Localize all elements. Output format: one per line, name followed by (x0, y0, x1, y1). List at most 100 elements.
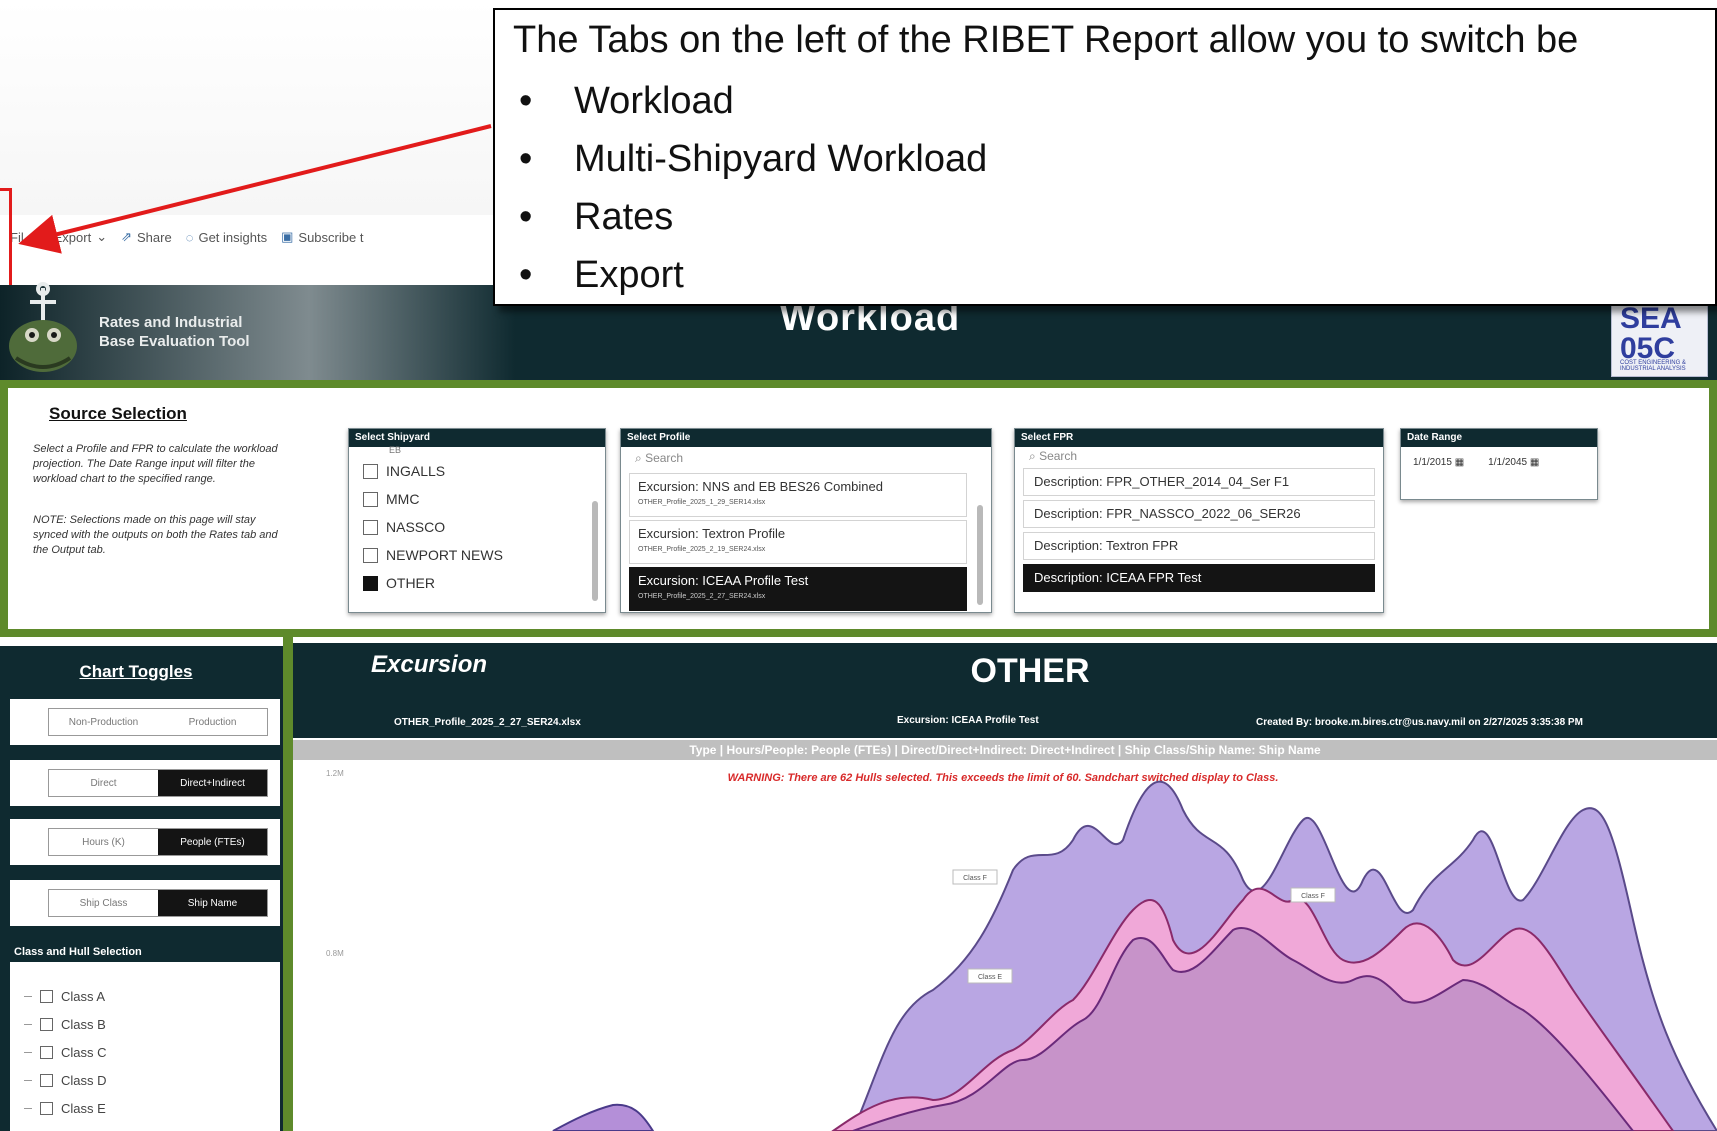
callout-item: • Workload (519, 72, 987, 130)
y-tick-label: 1.2M (326, 769, 344, 778)
hull-item-class-c[interactable]: Class C (10, 1038, 280, 1066)
date-range-header: Date Range (1401, 429, 1597, 447)
direct-toggle[interactable]: Direct Direct+Indirect (48, 769, 268, 797)
shipyard-option-label: NASSCO (386, 519, 446, 535)
bullet-icon: • (519, 80, 533, 122)
shipyard-slicer-header: Select Shipyard (349, 429, 605, 447)
toggle-direct[interactable]: Direct (49, 770, 158, 796)
chart-annotation-text: Class F (1301, 893, 1325, 900)
callout-item-label: Rates (574, 196, 674, 238)
start-date-input[interactable]: 1/1/2015 ▦ (1413, 457, 1464, 468)
brand-name: Rates and Industrial Base Evaluation Too… (99, 313, 250, 351)
share-label: Share (137, 229, 172, 245)
toggle-ship-name[interactable]: Ship Name (158, 890, 267, 916)
subscribe-icon: ▣ (281, 229, 294, 244)
shipyard-option-label: MMC (386, 491, 420, 507)
tree-connector (24, 1051, 32, 1053)
checkbox[interactable] (363, 463, 378, 479)
get-insights-button[interactable]: ◌ Get insights (186, 230, 267, 245)
shipyard-option-mmc[interactable]: MMC (349, 485, 605, 513)
toggle-hours[interactable]: Hours (K) (49, 829, 158, 855)
checkbox[interactable] (363, 519, 378, 535)
callout-tab-list: • Workload • Multi-Shipyard Workload • Rate… (519, 72, 987, 304)
toggle-direct-indirect[interactable]: Direct+Indirect (158, 770, 267, 796)
y-tick-label: 0.8M (326, 949, 344, 958)
profile-scrollbar[interactable] (977, 505, 983, 605)
profile-option-label: Excursion: ICEAA Profile Test (638, 573, 809, 588)
fpr-option-selected[interactable]: Description: ICEAA FPR Test (1023, 564, 1375, 592)
checkbox[interactable] (40, 1017, 53, 1031)
fpr-option-label: Description: Textron FPR (1034, 538, 1179, 553)
tree-connector (24, 1023, 32, 1025)
shipyard-option-label: OTHER (386, 575, 435, 591)
fpr-option[interactable]: Description: FPR_NASSCO_2022_06_SER26 (1023, 500, 1375, 528)
tree-connector (24, 1079, 32, 1081)
export-menu[interactable]: ↦ Export ⌄ (38, 229, 107, 245)
shipyard-option-newport-news[interactable]: NEWPORT NEWS (349, 541, 605, 569)
chart-excursion-label: Excursion (371, 651, 488, 678)
date-range-slicer: Date Range 1/1/2015 ▦ 1/1/2045 ▦ (1400, 428, 1598, 500)
shipyard-option-label: NEWPORT NEWS (386, 547, 503, 563)
sea05c-logo-text: SEA 05C (1620, 302, 1681, 365)
hull-item-class-d[interactable]: Class D (10, 1066, 280, 1094)
fpr-option[interactable]: Description: Textron FPR (1023, 532, 1375, 560)
hull-item-class-e[interactable]: Class E (10, 1094, 280, 1122)
share-icon: ⇗ (121, 229, 133, 244)
hull-item-class-b[interactable]: Class B (10, 1010, 280, 1038)
checkbox[interactable] (40, 989, 53, 1003)
callout-text: The Tabs on the left of the RIBET Report… (513, 19, 1579, 61)
chevron-down-icon: ⌄ (96, 229, 108, 244)
hull-item-label: Class C (61, 1044, 107, 1060)
insights-label: Get insights (198, 229, 268, 245)
subscribe-button[interactable]: ▣ Subscribe t (281, 229, 363, 245)
shipyard-option-other[interactable]: OTHER (349, 569, 605, 597)
shipyard-scrollbar[interactable] (592, 501, 598, 601)
profile-option[interactable]: Excursion: NNS and EB BES26 Combined OTHE… (629, 473, 967, 517)
fpr-option[interactable]: Description: FPR_OTHER_2014_04_Ser F1 (1023, 468, 1375, 496)
sea05c-logo-subtext: COST ENGINEERING & INDUSTRIAL ANALYSIS (1620, 360, 1686, 372)
end-date-input[interactable]: 1/1/2045 ▦ (1488, 457, 1539, 468)
hull-selection-label: Class and Hull Selection (14, 946, 142, 958)
toggle-non-production[interactable]: Non-Production (49, 709, 158, 735)
fpr-search-placeholder: Search (1039, 449, 1078, 463)
shipyard-option-ingalls[interactable]: INGALLS (349, 457, 605, 485)
checkbox[interactable] (40, 1073, 53, 1087)
chart-annotation-text: Class F (963, 875, 987, 882)
ship-toggle[interactable]: Ship Class Ship Name (48, 889, 268, 917)
page: Fil ↦ Export ⌄ ⇗ Share ◌ Get insights ▣ Subsc… (0, 0, 1717, 1131)
toggle-people[interactable]: People (FTEs) (158, 829, 267, 855)
subscribe-label: Subscribe t (298, 229, 364, 245)
toggle-production[interactable]: Production (158, 709, 267, 735)
profile-search-input[interactable]: ⌕ Search (621, 447, 991, 470)
profile-option-file: OTHER_Profile_2025_2_27_SER24.xlsx (638, 593, 766, 600)
production-toggle[interactable]: Non-Production Production (48, 708, 268, 736)
profile-option-file: OTHER_Profile_2025_2_19_SER24.xlsx (638, 546, 766, 553)
chart-created-by: Created By: brooke.m.bires.ctr@us.navy.m… (1256, 717, 1583, 728)
brand-line-2: Base Evaluation Tool (99, 333, 250, 350)
share-button[interactable]: ⇗ Share (121, 229, 172, 245)
checkbox[interactable] (40, 1045, 53, 1059)
hull-selection-list: Class A Class B Class C Class D Class E (10, 962, 280, 1131)
calendar-icon: ▦ (1529, 457, 1540, 468)
fpr-search-input[interactable]: ⌕ Search (1015, 447, 1383, 466)
toggle-ship-class[interactable]: Ship Class (49, 890, 158, 916)
checkbox[interactable] (40, 1101, 53, 1115)
checkbox[interactable] (363, 491, 378, 507)
file-label: Fil (10, 229, 24, 245)
profile-option-selected[interactable]: Excursion: ICEAA Profile Test OTHER_Profi… (629, 567, 967, 611)
start-date-value: 1/1/2015 (1413, 457, 1452, 468)
chart-toggles-title: Chart Toggles (79, 662, 193, 681)
file-menu[interactable]: Fil (10, 230, 24, 245)
source-selection-title: Source Selection (49, 404, 187, 423)
end-date-value: 1/1/2045 (1488, 457, 1528, 468)
shipyard-option-nassco[interactable]: NASSCO (349, 513, 605, 541)
checkbox-checked[interactable] (363, 575, 378, 591)
chart-type-line: Type | Hours/People: People (FTEs) | Dir… (293, 740, 1717, 760)
sandchart: 1.2M 0.8M Class F Class E Class F (326, 769, 1717, 1131)
chart-title: OTHER (970, 652, 1090, 690)
checkbox[interactable] (363, 547, 378, 563)
hull-item-class-a[interactable]: Class A (10, 982, 280, 1010)
hours-toggle[interactable]: Hours (K) People (FTEs) (48, 828, 268, 856)
profile-option[interactable]: Excursion: Textron Profile OTHER_Profile_… (629, 520, 967, 564)
callout-item: • Export (519, 246, 987, 304)
